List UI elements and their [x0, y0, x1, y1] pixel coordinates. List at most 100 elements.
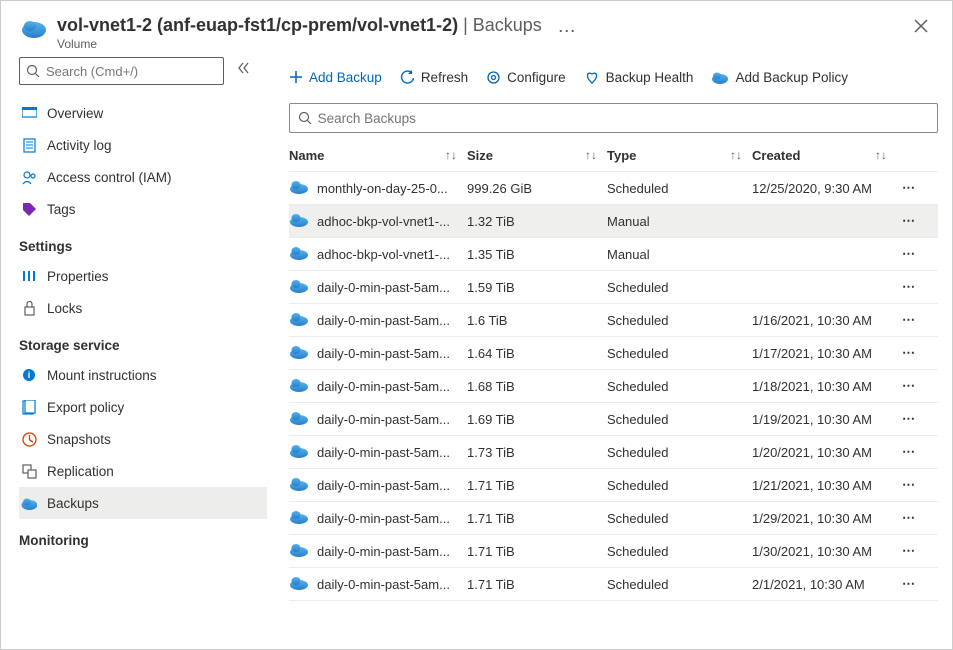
svg-text:i: i [28, 370, 31, 380]
sort-icon: ↑↓ [730, 148, 742, 162]
backup-created: 12/25/2020, 9:30 AM [752, 181, 897, 196]
backup-size: 1.69 TiB [467, 412, 607, 427]
col-size[interactable]: Size↑↓ [467, 148, 607, 163]
col-name[interactable]: Name↑↓ [289, 148, 467, 163]
table-row[interactable]: daily-0-min-past-5am...1.71 TiBScheduled… [289, 469, 938, 502]
nav-label: Export policy [47, 400, 124, 415]
backups-icon [21, 495, 37, 511]
row-menu-button[interactable]: ⋯ [902, 444, 916, 459]
backup-type: Scheduled [607, 478, 752, 493]
row-menu-button[interactable]: ⋯ [902, 279, 916, 294]
table-row[interactable]: daily-0-min-past-5am...1.73 TiBScheduled… [289, 436, 938, 469]
table-row[interactable]: daily-0-min-past-5am...1.68 TiBScheduled… [289, 370, 938, 403]
backup-created: 1/18/2021, 10:30 AM [752, 379, 897, 394]
backup-name: adhoc-bkp-vol-vnet1-... [317, 214, 450, 229]
table-row[interactable]: daily-0-min-past-5am...1.69 TiBScheduled… [289, 403, 938, 436]
col-type[interactable]: Type↑↓ [607, 148, 752, 163]
nav-label: Mount instructions [47, 368, 157, 383]
table-row[interactable]: daily-0-min-past-5am...1.71 TiBScheduled… [289, 535, 938, 568]
nav-backups[interactable]: Backups [19, 487, 267, 519]
backup-name: adhoc-bkp-vol-vnet1-... [317, 247, 450, 262]
cloud-policy-icon [711, 70, 729, 84]
table-row[interactable]: daily-0-min-past-5am...1.64 TiBScheduled… [289, 337, 938, 370]
nav-overview[interactable]: Overview [19, 97, 267, 129]
section-monitoring: Monitoring [19, 533, 269, 548]
sidebar-search-input[interactable] [46, 64, 217, 79]
backup-size: 1.73 TiB [467, 445, 607, 460]
nav-locks[interactable]: Locks [19, 292, 267, 324]
collapse-sidebar-button[interactable] [238, 61, 252, 97]
add-backup-button[interactable]: Add Backup [289, 70, 382, 85]
nav-label: Backups [47, 496, 99, 511]
section-settings: Settings [19, 239, 269, 254]
backup-type: Scheduled [607, 511, 752, 526]
nav-properties[interactable]: Properties [19, 260, 267, 292]
table-row[interactable]: monthly-on-day-25-0...999.26 GiBSchedule… [289, 172, 938, 205]
backup-size: 1.64 TiB [467, 346, 607, 361]
nav-export-policy[interactable]: Export policy [19, 391, 267, 423]
backup-type: Scheduled [607, 544, 752, 559]
table-row[interactable]: daily-0-min-past-5am...1.71 TiBScheduled… [289, 568, 938, 601]
row-menu-button[interactable]: ⋯ [902, 345, 916, 360]
refresh-button[interactable]: Refresh [400, 70, 468, 85]
add-backup-policy-button[interactable]: Add Backup Policy [711, 70, 848, 85]
sidebar-search[interactable] [19, 57, 224, 85]
export-icon [21, 399, 37, 415]
iam-icon [21, 169, 37, 185]
row-menu-button[interactable]: ⋯ [902, 378, 916, 393]
nav-label: Properties [47, 269, 109, 284]
nav-activity-log[interactable]: Activity log [19, 129, 267, 161]
backup-size: 1.6 TiB [467, 313, 607, 328]
table-row[interactable]: adhoc-bkp-vol-vnet1-... 1.32 TiBManual ⋯ [289, 205, 938, 238]
nav-mount-instructions[interactable]: i Mount instructions [19, 359, 267, 391]
table-row[interactable]: daily-0-min-past-5am...1.6 TiBScheduled1… [289, 304, 938, 337]
row-menu-button[interactable]: ⋯ [902, 411, 916, 426]
nav-replication[interactable]: Replication [19, 455, 267, 487]
nav-tags[interactable]: Tags [19, 193, 267, 225]
row-menu-button[interactable]: ⋯ [902, 543, 916, 558]
table-row[interactable]: adhoc-bkp-vol-vnet1-...1.35 TiBManual⋯ [289, 238, 938, 271]
backup-cloud-icon [289, 443, 309, 461]
row-menu-button[interactable]: ⋯ [902, 312, 916, 327]
backup-type: Scheduled [607, 445, 752, 460]
row-menu-button[interactable]: ⋯ [902, 246, 916, 261]
backup-cloud-icon [289, 344, 309, 362]
backup-name: daily-0-min-past-5am... [317, 280, 450, 295]
col-created[interactable]: Created↑↓ [752, 148, 897, 163]
backup-health-button[interactable]: Backup Health [584, 70, 694, 85]
row-menu-button[interactable]: ⋯ [902, 576, 916, 591]
more-actions-button[interactable]: ⋯ [558, 21, 577, 42]
backup-type: Scheduled [607, 412, 752, 427]
backup-size: 1.35 TiB [467, 247, 607, 262]
row-menu-button[interactable]: ⋯ [902, 180, 916, 195]
page-title: vol-vnet1-2 (anf-euap-fst1/cp-prem/vol-v… [57, 15, 542, 36]
close-button[interactable] [914, 19, 928, 37]
nav-access-control-iam-[interactable]: Access control (IAM) [19, 161, 267, 193]
backup-cloud-icon [289, 212, 309, 230]
backup-size: 1.71 TiB [467, 478, 607, 493]
row-menu-button[interactable]: ⋯ [902, 510, 916, 525]
backup-created: 1/21/2021, 10:30 AM [752, 478, 897, 493]
sort-icon: ↑↓ [875, 148, 887, 162]
replication-icon [21, 463, 37, 479]
search-backups[interactable] [289, 103, 938, 133]
nav-label: Replication [47, 464, 114, 479]
backup-name: daily-0-min-past-5am... [317, 511, 450, 526]
backup-created: 2/1/2021, 10:30 AM [752, 577, 897, 592]
search-backups-input[interactable] [318, 111, 929, 126]
row-menu-button[interactable]: ⋯ [902, 213, 916, 228]
backup-cloud-icon [289, 377, 309, 395]
snapshots-icon [21, 431, 37, 447]
row-menu-button[interactable]: ⋯ [902, 477, 916, 492]
properties-icon [21, 268, 37, 284]
table-row[interactable]: daily-0-min-past-5am...1.71 TiBScheduled… [289, 502, 938, 535]
backup-created: 1/20/2021, 10:30 AM [752, 445, 897, 460]
activity-icon [21, 137, 37, 153]
nav-snapshots[interactable]: Snapshots [19, 423, 267, 455]
heart-icon [584, 70, 600, 85]
backup-cloud-icon [289, 311, 309, 329]
backup-size: 1.32 TiB [467, 214, 607, 229]
backup-type: Manual [607, 214, 752, 229]
table-row[interactable]: daily-0-min-past-5am...1.59 TiBScheduled… [289, 271, 938, 304]
configure-button[interactable]: Configure [486, 70, 566, 85]
